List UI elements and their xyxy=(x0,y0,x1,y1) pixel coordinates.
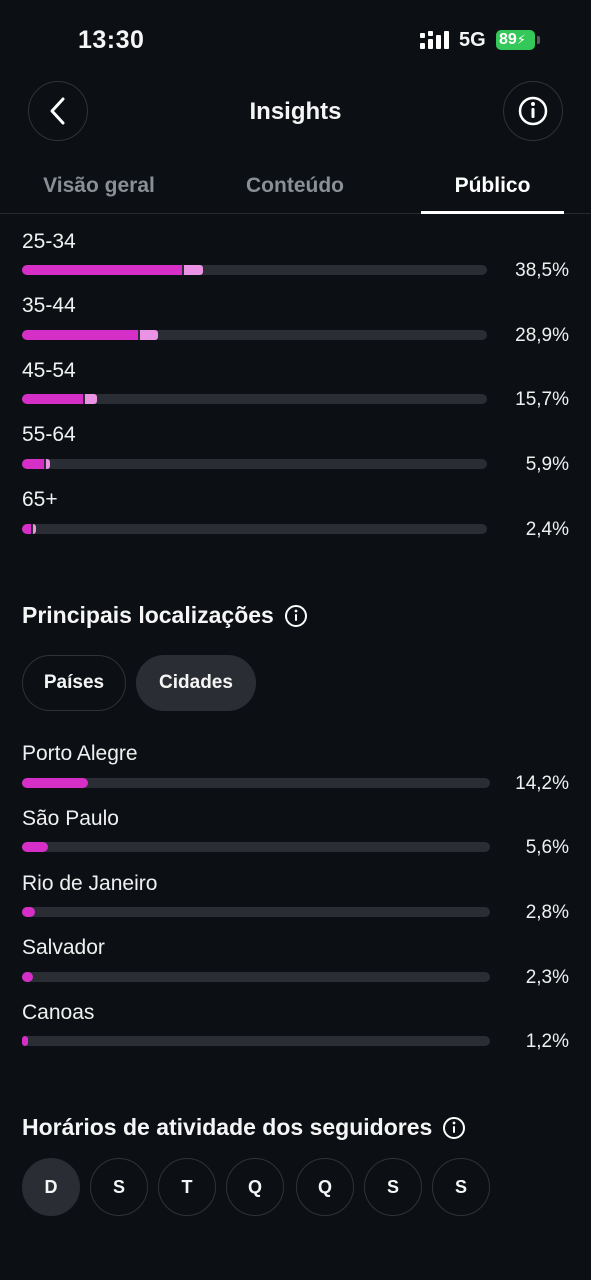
header: Insights xyxy=(0,80,591,144)
status-bar: 13:30 5G 89⚡ xyxy=(0,0,591,80)
age-value: 28,9% xyxy=(515,325,569,346)
location-value: 2,3% xyxy=(525,967,569,988)
info-icon[interactable] xyxy=(284,604,308,628)
age-label: 25-34 xyxy=(22,230,76,253)
day-tuesday-button[interactable]: T xyxy=(158,1158,216,1216)
day-wednesday-button[interactable]: Q xyxy=(226,1158,284,1216)
location-bar xyxy=(22,1036,490,1046)
locations-section-title: Principais localizações xyxy=(22,602,308,629)
info-icon[interactable] xyxy=(442,1116,466,1140)
locations-title-text: Principais localizações xyxy=(22,602,274,628)
location-value: 5,6% xyxy=(525,837,569,858)
battery-icon: 89⚡ xyxy=(496,30,540,50)
tab-visao-geral[interactable]: Visão geral xyxy=(40,174,158,198)
location-label: Salvador xyxy=(22,936,105,959)
network-type: 5G xyxy=(459,29,486,51)
location-value: 1,2% xyxy=(525,1031,569,1052)
activity-section-title: Horários de atividade dos seguidores xyxy=(22,1114,466,1141)
info-icon xyxy=(518,96,548,126)
age-bar xyxy=(22,330,487,340)
info-button[interactable] xyxy=(503,81,563,141)
filter-paises-button[interactable]: Países xyxy=(22,655,126,711)
location-bar xyxy=(22,778,490,788)
location-bar xyxy=(22,907,490,917)
age-bar xyxy=(22,265,487,275)
day-saturday-button[interactable]: S xyxy=(432,1158,490,1216)
location-label: Rio de Janeiro xyxy=(22,872,158,895)
age-label: 55-64 xyxy=(22,423,76,446)
active-tab-indicator xyxy=(421,211,564,214)
location-label: Porto Alegre xyxy=(22,742,138,765)
age-label: 35-44 xyxy=(22,294,76,317)
location-label: Canoas xyxy=(22,1001,95,1024)
day-sunday-button[interactable]: D xyxy=(22,1158,80,1216)
day-friday-button[interactable]: S xyxy=(364,1158,422,1216)
location-bar xyxy=(22,842,490,852)
age-label: 45-54 xyxy=(22,359,76,382)
age-value: 2,4% xyxy=(525,519,569,540)
tab-publico[interactable]: Público xyxy=(445,174,540,198)
cellular-signal-icon xyxy=(420,31,449,49)
day-thursday-button[interactable]: Q xyxy=(296,1158,354,1216)
filter-cidades-button[interactable]: Cidades xyxy=(136,655,256,711)
location-value: 14,2% xyxy=(515,773,569,794)
age-bar xyxy=(22,459,487,469)
age-value: 15,7% xyxy=(515,389,569,410)
location-bar xyxy=(22,972,490,982)
age-bar xyxy=(22,394,487,404)
battery-level: 89 xyxy=(499,31,517,48)
status-time: 13:30 xyxy=(78,26,145,54)
tab-bar: Visão geral Conteúdo Público xyxy=(0,160,591,214)
location-label: São Paulo xyxy=(22,807,119,830)
tab-conteudo[interactable]: Conteúdo xyxy=(240,174,350,198)
activity-title-text: Horários de atividade dos seguidores xyxy=(22,1114,433,1140)
age-value: 38,5% xyxy=(515,260,569,281)
age-value: 5,9% xyxy=(525,454,569,475)
age-bar xyxy=(22,524,487,534)
age-label: 65+ xyxy=(22,488,58,511)
day-monday-button[interactable]: S xyxy=(90,1158,148,1216)
location-value: 2,8% xyxy=(525,902,569,923)
